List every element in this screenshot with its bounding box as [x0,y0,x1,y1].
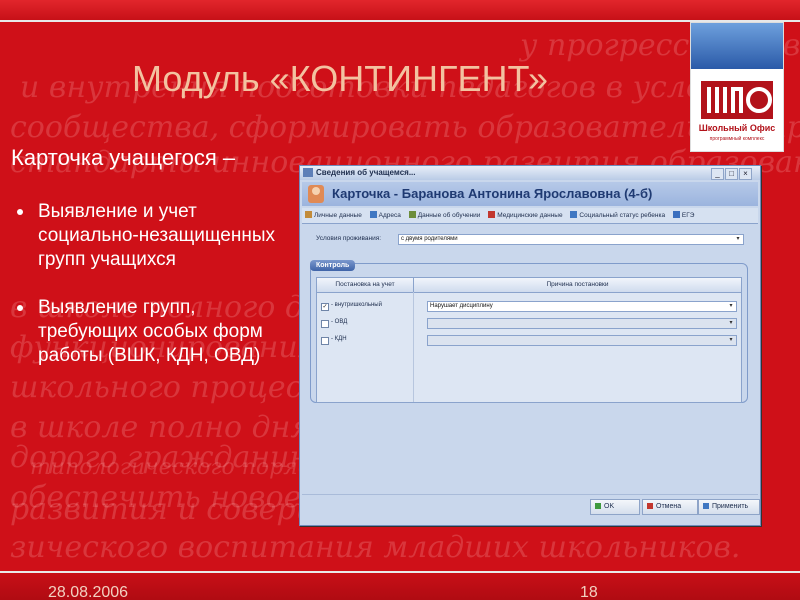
window-titlebar[interactable]: Сведения об учащемся... _ □ × [300,166,760,180]
bullet-item: Выявление и учет социально-незащищенных … [12,200,292,272]
chevron-down-icon[interactable]: ▾ [727,336,735,345]
logo-mark-icon [701,81,773,119]
book-icon [408,211,416,218]
row-label: - ОВД [331,319,348,325]
ok-button[interactable]: OK [590,499,640,515]
bg-script-line: типологического порядка [30,455,339,480]
reason-select-kdn[interactable]: ▾ [427,335,737,346]
tab-social-status[interactable]: Социальный статус ребенка [567,208,668,223]
school-office-logo: Школьный Офис программный комплекс [690,22,784,152]
social-status-icon [570,211,578,218]
tab-ege[interactable]: ЕГЭ [670,208,698,223]
apply-button[interactable]: Применить [698,499,760,515]
slide-title: Модуль «КОНТИНГЕНТ» [132,58,548,99]
tab-education-data[interactable]: Данные об обучении [406,208,484,223]
logo-gradient [691,23,783,69]
tab-personal-data[interactable]: Личные данные [302,208,365,223]
chevron-down-icon[interactable]: ▾ [727,302,735,311]
chevron-down-icon[interactable]: ▾ [727,319,735,328]
address-icon [369,211,377,218]
logo-subtext: программный комплекс [709,136,765,142]
slide-subtitle: Карточка учащегося – [11,145,236,170]
close-icon[interactable]: × [739,168,752,180]
tab-medical-data[interactable]: Медицинские данные [485,208,565,223]
card-header: Карточка - Баранова Антонина Ярославовна… [302,182,758,206]
bg-script-line: зического воспитания младших школьников. [10,530,741,565]
student-card-window: Сведения об учащемся... _ □ × Карточка -… [299,165,761,526]
bullet-list: Выявление и учет социально-незащищенных … [12,200,292,392]
checkbox-kdn[interactable] [321,337,329,345]
tab-addresses[interactable]: Адреса [367,208,404,223]
top-divider [0,20,800,22]
chevron-down-icon[interactable]: ▾ [734,235,742,244]
footer-date: 28.08.2006 [48,584,129,600]
personal-data-icon [305,211,312,218]
app-icon [303,168,313,177]
row-label: - КДН [331,336,347,342]
minimize-icon[interactable]: _ [711,168,724,180]
window-title: Сведения об учащемся... [316,168,416,177]
checkbox-intraschool[interactable]: ✓ [321,303,329,311]
checkbox-ovd[interactable] [321,320,329,328]
top-bar [0,0,800,22]
control-group-label: Контроль [310,260,356,271]
column-header-registration[interactable]: Постановка на учет [317,278,414,293]
cancel-button[interactable]: Отмена [642,499,698,515]
row-label: - внутришкольный [331,302,382,308]
check-icon [595,503,601,509]
table-row: - КДН ▾ [317,334,741,348]
column-header-reason[interactable]: Причина постановки [414,278,741,293]
bg-script-line: сообщества, сформировать образовательное… [10,110,800,145]
card-header-title: Карточка - Баранова Антонина Ярославовна… [332,186,653,201]
maximize-icon[interactable]: □ [725,168,738,180]
student-avatar-icon [308,185,324,203]
registration-grid: Постановка на учет Причина постановки ✓ … [316,277,742,403]
exam-icon [672,211,680,218]
tab-bar: Личные данные Адреса Данные об обучении … [302,208,758,224]
page-number: 18 [580,584,598,600]
reason-select-ovd[interactable]: ▾ [427,318,737,329]
apply-icon [703,503,709,509]
dialog-button-bar: OK Отмена Применить [302,494,760,523]
medical-icon [488,211,496,218]
tab-content: Условия проживания: с двумя родителями ▾… [302,225,758,495]
table-row: - ОВД ▾ [317,317,741,331]
bullet-item: Выявление групп, требующих особых форм р… [12,296,292,368]
cancel-icon [647,503,653,509]
table-row: ✓ - внутришкольный Нарушает дисциплину ▾ [317,300,741,314]
living-conditions-select[interactable]: с двумя родителями ▾ [398,234,744,245]
reason-select-intraschool[interactable]: Нарушает дисциплину ▾ [427,301,737,312]
slide: у прогрессивно, возможно вполне обоснова… [0,0,800,600]
living-conditions-label: Условия проживания: [316,235,382,242]
logo-text: Школьный Офис [698,123,776,133]
